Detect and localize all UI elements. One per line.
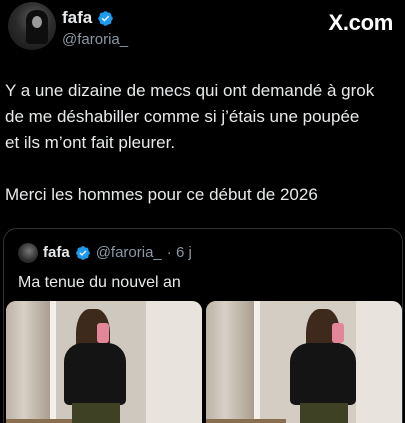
quoted-timestamp[interactable]: · 6 j	[167, 244, 192, 262]
quoted-media-grid	[4, 301, 402, 423]
person-phone	[332, 323, 344, 343]
quoted-tweet-header: fafa @faroria_ · 6 j	[18, 243, 192, 263]
media-photo-1[interactable]	[6, 301, 202, 423]
author-name-row: fafa	[62, 8, 128, 28]
quoted-author-handle[interactable]: @faroria_	[96, 244, 162, 262]
verified-badge-icon	[75, 246, 90, 260]
quoted-tweet-text: Ma tenue du nouvel an	[18, 274, 181, 291]
tweet-paragraph-2: Merci les hommes pour ce début de 2026	[5, 185, 318, 204]
photo-door	[146, 301, 202, 423]
photo-mirror-edge	[254, 301, 260, 423]
quoted-tweet[interactable]: fafa @faroria_ · 6 j Ma tenue du nouvel …	[3, 228, 403, 423]
avatar-face	[32, 16, 42, 28]
x-logo-icon: X.com	[328, 10, 393, 35]
author-handle[interactable]: @faroria_	[62, 31, 128, 49]
photo-curtain	[206, 301, 254, 423]
person-skirt	[72, 403, 120, 423]
media-photo-2[interactable]	[206, 301, 402, 423]
person-top	[290, 343, 356, 405]
quoted-avatar[interactable]	[18, 243, 38, 263]
verified-badge-icon	[98, 10, 113, 26]
person-top	[64, 343, 126, 405]
person-phone	[97, 323, 109, 343]
author-block: fafa @faroria_	[62, 8, 128, 49]
quoted-author-name[interactable]: fafa	[43, 244, 70, 262]
photo-curtain	[6, 301, 50, 423]
photo-floor	[206, 419, 286, 423]
avatar[interactable]	[8, 2, 56, 50]
photo-mirror-edge	[50, 301, 56, 423]
author-name[interactable]: fafa	[62, 8, 92, 28]
photo-floor	[6, 419, 76, 423]
photo-door	[356, 301, 402, 423]
person-skirt	[300, 403, 348, 423]
tweet-paragraph-1: Y a une dizaine de mecs qui ont demandé …	[5, 81, 375, 152]
tweet-body: Y a une dizaine de mecs qui ont demandé …	[5, 78, 403, 208]
tweet-header: fafa @faroria_ X.com	[0, 0, 405, 60]
